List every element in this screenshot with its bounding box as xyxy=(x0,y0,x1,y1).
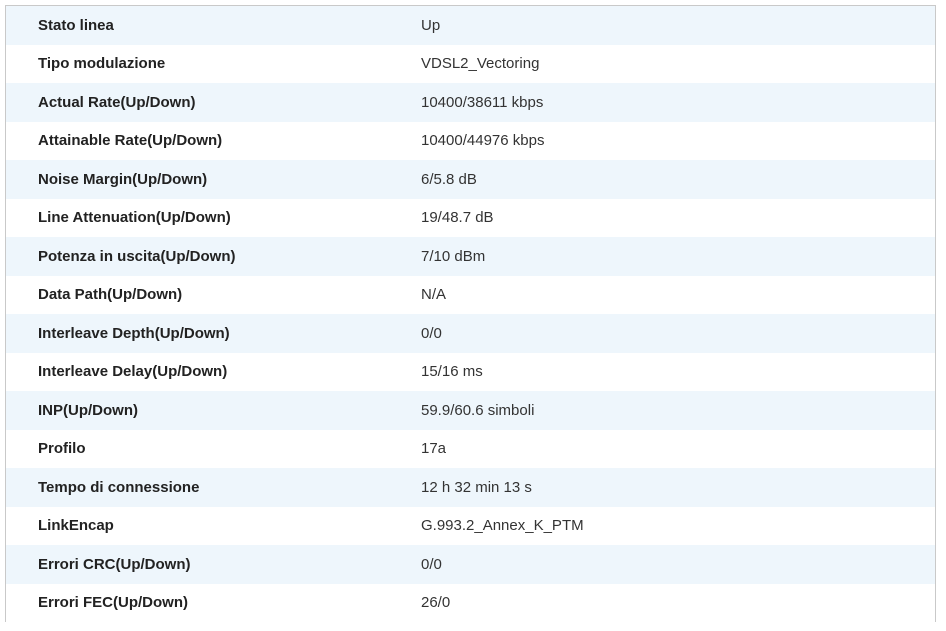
dsl-status-table: Stato linea Up Tipo modulazione VDSL2_Ve… xyxy=(6,6,935,622)
row-label-line-attenuation: Line Attenuation(Up/Down) xyxy=(6,198,389,237)
row-label-crc-errors: Errori CRC(Up/Down) xyxy=(6,545,389,584)
table-row: Stato linea Up xyxy=(6,6,935,45)
row-value-noise-margin: 6/5.8 dB xyxy=(389,160,935,199)
row-label-inp: INP(Up/Down) xyxy=(6,391,389,430)
table-row: Errori CRC(Up/Down) 0/0 xyxy=(6,545,935,584)
row-label-actual-rate: Actual Rate(Up/Down) xyxy=(6,83,389,122)
row-label-interleave-delay: Interleave Delay(Up/Down) xyxy=(6,352,389,391)
table-row: Tempo di connessione 12 h 32 min 13 s xyxy=(6,468,935,507)
row-value-modulation-type: VDSL2_Vectoring xyxy=(389,44,935,83)
row-label-connection-time: Tempo di connessione xyxy=(6,468,389,507)
table-row: INP(Up/Down) 59.9/60.6 simboli xyxy=(6,391,935,430)
row-value-link-encap: G.993.2_Annex_K_PTM xyxy=(389,506,935,545)
row-value-inp: 59.9/60.6 simboli xyxy=(389,391,935,430)
dsl-status-panel: Stato linea Up Tipo modulazione VDSL2_Ve… xyxy=(5,5,936,622)
row-label-link-encap: LinkEncap xyxy=(6,506,389,545)
table-row: Data Path(Up/Down) N/A xyxy=(6,275,935,314)
row-value-profile: 17a xyxy=(389,429,935,468)
table-row: Actual Rate(Up/Down) 10400/38611 kbps xyxy=(6,83,935,122)
row-value-actual-rate: 10400/38611 kbps xyxy=(389,83,935,122)
row-value-connection-time: 12 h 32 min 13 s xyxy=(389,468,935,507)
row-label-interleave-depth: Interleave Depth(Up/Down) xyxy=(6,314,389,353)
row-label-fec-errors: Errori FEC(Up/Down) xyxy=(6,583,389,622)
table-row: LinkEncap G.993.2_Annex_K_PTM xyxy=(6,506,935,545)
row-value-attainable-rate: 10400/44976 kbps xyxy=(389,121,935,160)
row-label-profile: Profilo xyxy=(6,429,389,468)
row-label-output-power: Potenza in uscita(Up/Down) xyxy=(6,237,389,276)
table-row: Interleave Delay(Up/Down) 15/16 ms xyxy=(6,352,935,391)
row-value-line-status: Up xyxy=(389,6,935,45)
row-label-noise-margin: Noise Margin(Up/Down) xyxy=(6,160,389,199)
table-row: Profilo 17a xyxy=(6,429,935,468)
row-value-output-power: 7/10 dBm xyxy=(389,237,935,276)
row-value-line-attenuation: 19/48.7 dB xyxy=(389,198,935,237)
table-row: Potenza in uscita(Up/Down) 7/10 dBm xyxy=(6,237,935,276)
row-value-fec-errors: 26/0 xyxy=(389,583,935,622)
row-value-interleave-delay: 15/16 ms xyxy=(389,352,935,391)
row-label-attainable-rate: Attainable Rate(Up/Down) xyxy=(6,121,389,160)
row-label-line-status: Stato linea xyxy=(6,6,389,45)
row-label-modulation-type: Tipo modulazione xyxy=(6,44,389,83)
row-value-data-path: N/A xyxy=(389,275,935,314)
table-row: Line Attenuation(Up/Down) 19/48.7 dB xyxy=(6,198,935,237)
row-value-crc-errors: 0/0 xyxy=(389,545,935,584)
row-label-data-path: Data Path(Up/Down) xyxy=(6,275,389,314)
row-value-interleave-depth: 0/0 xyxy=(389,314,935,353)
table-row: Noise Margin(Up/Down) 6/5.8 dB xyxy=(6,160,935,199)
table-row: Errori FEC(Up/Down) 26/0 xyxy=(6,583,935,622)
table-row: Interleave Depth(Up/Down) 0/0 xyxy=(6,314,935,353)
table-row: Attainable Rate(Up/Down) 10400/44976 kbp… xyxy=(6,121,935,160)
table-row: Tipo modulazione VDSL2_Vectoring xyxy=(6,44,935,83)
